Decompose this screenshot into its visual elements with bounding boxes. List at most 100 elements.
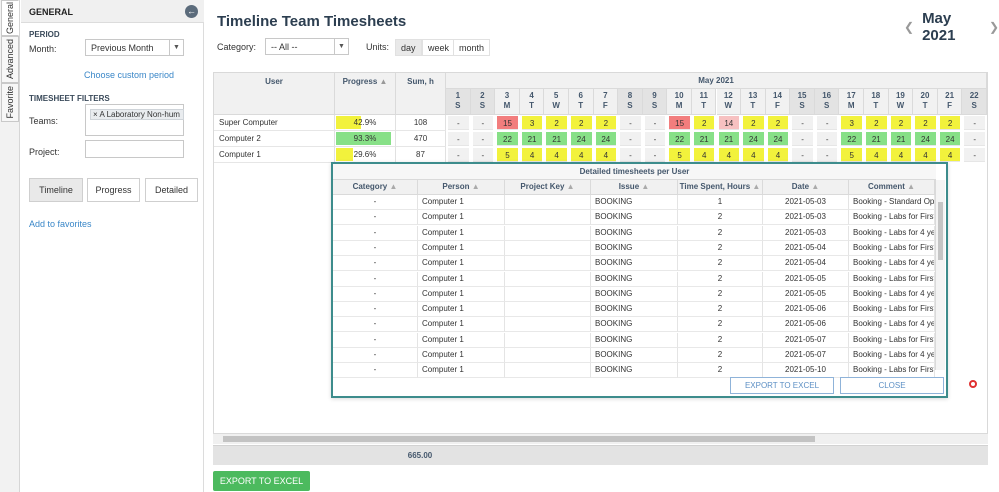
popup-scrollbar-thumb[interactable]: [938, 202, 943, 260]
column-header-user[interactable]: User: [214, 73, 335, 115]
day-hours-cell[interactable]: 2: [693, 116, 715, 130]
day-hours-cell[interactable]: 2: [866, 116, 887, 130]
popup-column-header[interactable]: Person ▲: [418, 180, 505, 195]
day-hours-cell[interactable]: 2: [939, 116, 961, 130]
day-hours-cell[interactable]: -: [620, 116, 641, 130]
horizontal-scrollbar[interactable]: [213, 433, 988, 444]
popup-export-to-excel-button[interactable]: EXPORT TO EXCEL: [730, 377, 834, 394]
day-hours-cell[interactable]: 2: [767, 116, 789, 130]
day-hours-cell[interactable]: 3: [521, 116, 543, 130]
collapse-panel-icon[interactable]: ←: [185, 5, 198, 18]
popup-column-header[interactable]: Time Spent, Hours ▲: [678, 180, 763, 195]
day-hours-cell[interactable]: -: [816, 148, 838, 162]
day-hours-cell[interactable]: 21: [521, 132, 543, 146]
day-hours-cell[interactable]: -: [816, 132, 838, 146]
popup-column-header[interactable]: Date ▲: [763, 180, 849, 195]
day-hours-cell[interactable]: 24: [570, 132, 592, 146]
choose-custom-period-link[interactable]: Choose custom period: [84, 70, 174, 80]
day-hours-cell[interactable]: 4: [939, 148, 961, 162]
day-hours-cell[interactable]: -: [620, 132, 641, 146]
tab-favorite[interactable]: Favorite: [1, 83, 19, 122]
day-hours-cell[interactable]: 2: [570, 116, 592, 130]
day-hours-cell[interactable]: 3: [841, 116, 863, 130]
chevron-right-icon[interactable]: ❯: [989, 20, 999, 34]
day-hours-cell[interactable]: 5: [669, 148, 690, 162]
day-hours-cell[interactable]: -: [792, 132, 813, 146]
day-hours-cell[interactable]: 2: [743, 116, 764, 130]
day-hours-cell[interactable]: -: [472, 148, 494, 162]
day-hours-cell[interactable]: -: [644, 148, 666, 162]
day-hours-cell[interactable]: -: [472, 132, 494, 146]
day-hours-cell[interactable]: 4: [521, 148, 543, 162]
view-timeline-button[interactable]: Timeline: [29, 178, 83, 202]
scrollbar-thumb[interactable]: [223, 436, 815, 442]
popup-close-button[interactable]: CLOSE: [840, 377, 944, 394]
teams-multiselect[interactable]: × A Laboratory Non-hum: [85, 104, 184, 136]
day-hours-cell[interactable]: -: [644, 116, 666, 130]
user-name-cell[interactable]: Computer 1: [214, 147, 335, 163]
day-hours-cell[interactable]: 14: [718, 116, 740, 130]
day-hours-cell[interactable]: 22: [497, 132, 518, 146]
day-hours-cell[interactable]: 2: [546, 116, 567, 130]
day-hours-cell[interactable]: -: [964, 148, 985, 162]
day-hours-cell[interactable]: -: [448, 148, 469, 162]
day-hours-cell[interactable]: 15: [669, 116, 690, 130]
day-hours-cell[interactable]: -: [448, 116, 469, 130]
day-hours-cell[interactable]: 4: [546, 148, 567, 162]
day-hours-cell[interactable]: -: [644, 132, 666, 146]
day-hours-cell[interactable]: 21: [546, 132, 567, 146]
user-name-cell[interactable]: Computer 2: [214, 131, 335, 147]
column-header-progress[interactable]: Progress ▲: [335, 73, 396, 115]
day-hours-cell[interactable]: 5: [497, 148, 518, 162]
day-hours-cell[interactable]: 4: [595, 148, 617, 162]
popup-column-header[interactable]: Comment ▲: [849, 180, 935, 195]
chevron-left-icon[interactable]: ❮: [904, 20, 914, 34]
popup-column-header[interactable]: Category ▲: [333, 180, 418, 195]
column-header-sum[interactable]: Sum, h: [396, 73, 446, 115]
day-hours-cell[interactable]: 5: [841, 148, 863, 162]
day-hours-cell[interactable]: 24: [743, 132, 764, 146]
day-hours-cell[interactable]: 4: [718, 148, 740, 162]
day-hours-cell[interactable]: -: [792, 148, 813, 162]
day-hours-cell[interactable]: 21: [693, 132, 715, 146]
unit-month-button[interactable]: month: [453, 39, 491, 56]
day-hours-cell[interactable]: 4: [767, 148, 789, 162]
popup-column-header[interactable]: Issue ▲: [591, 180, 678, 195]
tab-advanced[interactable]: Advanced: [1, 36, 19, 83]
view-detailed-button[interactable]: Detailed: [145, 178, 198, 202]
category-select[interactable]: -- All -- ▼: [265, 38, 349, 55]
project-input[interactable]: [85, 140, 184, 158]
day-hours-cell[interactable]: 21: [890, 132, 912, 146]
day-hours-cell[interactable]: 2: [915, 116, 936, 130]
day-hours-cell[interactable]: 21: [866, 132, 887, 146]
day-hours-cell[interactable]: -: [620, 148, 641, 162]
popup-vertical-scrollbar[interactable]: [935, 180, 945, 370]
day-hours-cell[interactable]: -: [964, 116, 985, 130]
day-hours-cell[interactable]: 24: [939, 132, 961, 146]
day-hours-cell[interactable]: 22: [841, 132, 863, 146]
tab-general[interactable]: General: [1, 0, 19, 36]
user-name-cell[interactable]: Super Computer: [214, 115, 335, 131]
add-to-favorites-link[interactable]: Add to favorites: [29, 219, 92, 229]
day-hours-cell[interactable]: 2: [890, 116, 912, 130]
day-hours-cell[interactable]: -: [792, 116, 813, 130]
day-hours-cell[interactable]: 24: [595, 132, 617, 146]
day-hours-cell[interactable]: -: [472, 116, 494, 130]
day-hours-cell[interactable]: 22: [669, 132, 690, 146]
view-progress-button[interactable]: Progress: [87, 178, 140, 202]
day-hours-cell[interactable]: 15: [497, 116, 518, 130]
day-hours-cell[interactable]: 24: [915, 132, 936, 146]
team-chip[interactable]: × A Laboratory Non-hum: [90, 109, 184, 120]
day-hours-cell[interactable]: 4: [915, 148, 936, 162]
month-select[interactable]: Previous Month ▼: [85, 39, 184, 56]
day-hours-cell[interactable]: 4: [743, 148, 764, 162]
day-hours-cell[interactable]: 4: [570, 148, 592, 162]
unit-week-button[interactable]: week: [422, 39, 456, 56]
unit-day-button[interactable]: day: [395, 39, 422, 56]
day-hours-cell[interactable]: 4: [890, 148, 912, 162]
day-hours-cell[interactable]: -: [448, 132, 469, 146]
export-to-excel-button[interactable]: EXPORT TO EXCEL: [213, 471, 310, 491]
day-hours-cell[interactable]: 4: [693, 148, 715, 162]
popup-column-header[interactable]: Project Key ▲: [505, 180, 591, 195]
day-hours-cell[interactable]: 2: [595, 116, 617, 130]
